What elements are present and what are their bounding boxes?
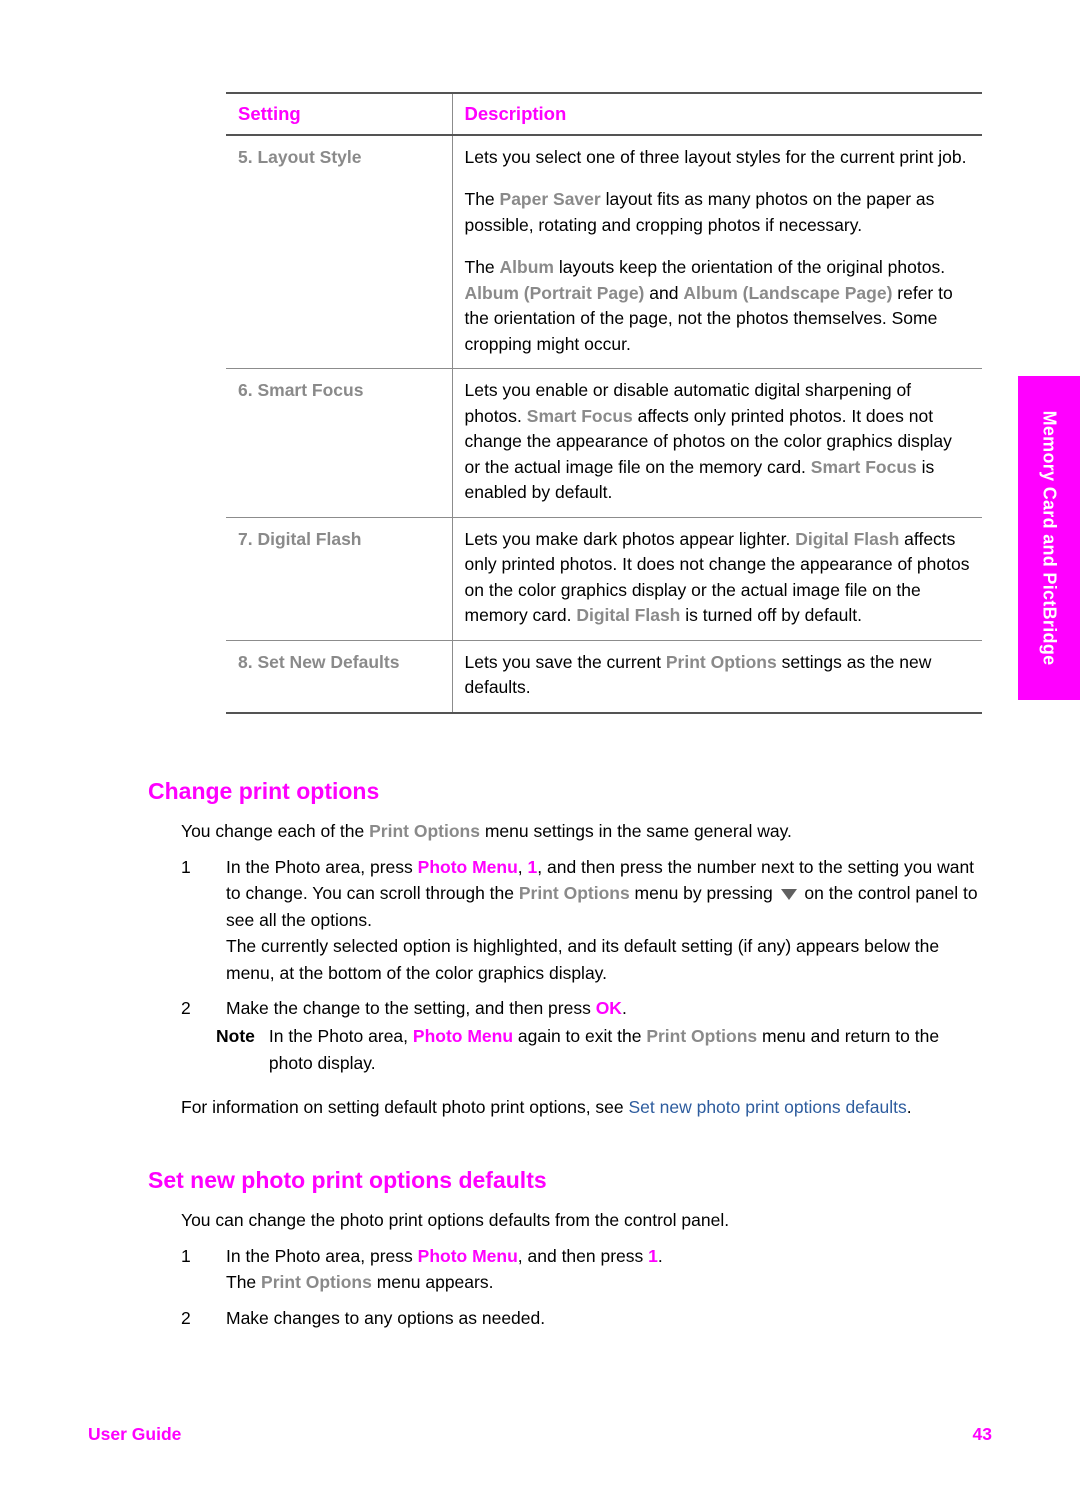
ui-label-reference: Paper Saver [499, 189, 601, 209]
control-panel-button-reference: Photo Menu [412, 1026, 514, 1046]
description-paragraph: Lets you select one of three layout styl… [464, 146, 967, 167]
control-panel-button-reference: OK [595, 998, 622, 1018]
chapter-side-tab-label: Memory Card and PictBridge [1039, 410, 1060, 666]
numbered-step: 1 In the Photo area, press Photo Menu, an… [181, 1243, 981, 1296]
column-header-description: Description [451, 92, 982, 136]
setting-name-cell: 6. Smart Focus [226, 368, 452, 518]
ui-label-reference: Print Options [665, 651, 777, 672]
page-footer: User Guide 43 [88, 1424, 992, 1450]
ui-label-reference: Smart Focus [526, 405, 633, 426]
section-lead-paragraph: You change each of the Print Options men… [181, 821, 792, 841]
step-number: 2 [181, 998, 191, 1018]
column-header-setting: Setting [226, 92, 452, 136]
note-block: Note In the Photo area, Photo Menu again… [216, 1023, 986, 1076]
section-set-new-defaults-body: You can change the photo print options d… [181, 1207, 981, 1331]
description-paragraph: The Paper Saver layout fits as many phot… [464, 189, 935, 235]
table-row: 6. Smart Focus Lets you enable or disable… [226, 368, 982, 518]
table-row: 8. Set New Defaults Lets you save the cur… [226, 640, 982, 714]
cross-reference-paragraph: For information on setting default photo… [181, 1097, 912, 1117]
table-body: 5. Layout Style Lets you select one of th… [226, 134, 982, 714]
ui-label-reference: Album (Landscape Page) [683, 282, 893, 303]
table-row: 7. Digital Flash Lets you make dark photo… [226, 517, 982, 641]
step-result-text: The Print Options menu appears. [226, 1272, 494, 1292]
setting-description-cell: Lets you select one of three layout styl… [451, 134, 982, 369]
step-result-text: The currently selected option is highlig… [226, 936, 940, 983]
table-header-row: Setting Description [226, 92, 982, 136]
control-panel-button-reference: Photo Menu [417, 1245, 518, 1266]
setting-description-cell: Lets you enable or disable automatic dig… [451, 368, 982, 518]
control-panel-button-reference: 1 [648, 1245, 658, 1266]
description-paragraph: Lets you make dark photos appear lighter… [464, 528, 970, 626]
numbered-step: 2 Make changes to any options as needed. [181, 1305, 981, 1332]
description-paragraph: Lets you enable or disable automatic dig… [464, 380, 952, 502]
ui-label-reference: Album [499, 257, 554, 277]
table-row: 5. Layout Style Lets you select one of th… [226, 134, 982, 369]
setting-name-cell: 5. Layout Style [226, 134, 452, 369]
description-paragraph: Lets you save the current Print Options … [464, 651, 932, 698]
numbered-step: 2 Make the change to the setting, and the… [181, 995, 981, 1022]
setting-description-cell: Lets you make dark photos appear lighter… [451, 517, 982, 641]
section-change-print-options-body: You change each of the Print Options men… [181, 818, 981, 1022]
step-number: 1 [181, 856, 191, 877]
control-panel-button-reference: Photo Menu [417, 856, 518, 877]
setting-name-cell: 8. Set New Defaults [226, 640, 452, 714]
description-paragraph: The Album layouts keep the orientation o… [464, 257, 953, 354]
ui-label-reference: Digital Flash [795, 528, 900, 549]
ui-label-reference: Album (Portrait Page) [464, 282, 645, 303]
heading-change-print-options: Change print options [148, 778, 380, 804]
step-text: In the Photo area, press Photo Menu, and… [226, 1245, 663, 1266]
ui-label-reference: Digital Flash [576, 605, 681, 625]
ui-label-reference: Print Options [261, 1272, 372, 1292]
heading-set-new-photo-print-options-defaults: Set new photo print options defaults [148, 1167, 547, 1193]
document-page: Setting Description 5. Layout Style Lets … [0, 0, 1080, 1495]
print-options-table: Setting Description 5. Layout Style Lets … [226, 92, 982, 714]
cross-reference-link[interactable]: Set new photo print options defaults [629, 1097, 907, 1117]
note-label: Note [216, 1026, 255, 1046]
numbered-step: 1 In the Photo area, press Photo Menu, 1,… [181, 854, 981, 987]
footer-page-number: 43 [972, 1424, 992, 1444]
ui-label-reference: Smart Focus [810, 456, 917, 477]
step-text: In the Photo area, press Photo Menu, 1, … [226, 856, 978, 930]
setting-name-cell: 7. Digital Flash [226, 517, 452, 641]
control-panel-button-reference: 1 [527, 856, 538, 877]
step-text: Make the change to the setting, and then… [226, 998, 627, 1018]
footer-document-title: User Guide [88, 1424, 182, 1444]
step-number: 1 [181, 1245, 191, 1266]
arrow-down-icon [780, 889, 797, 900]
ui-label-reference: Print Options [369, 821, 480, 841]
step-text: Make changes to any options as needed. [226, 1307, 546, 1328]
ui-label-reference: Print Options [518, 883, 630, 903]
note-body: In the Photo area, Photo Menu again to e… [268, 1026, 940, 1073]
ui-label-reference: Print Options [646, 1026, 758, 1046]
step-number: 2 [181, 1307, 191, 1328]
setting-description-cell: Lets you save the current Print Options … [451, 640, 982, 714]
chapter-side-tab: Memory Card and PictBridge [1018, 376, 1080, 700]
section-lead-paragraph: You can change the photo print options d… [181, 1210, 730, 1230]
